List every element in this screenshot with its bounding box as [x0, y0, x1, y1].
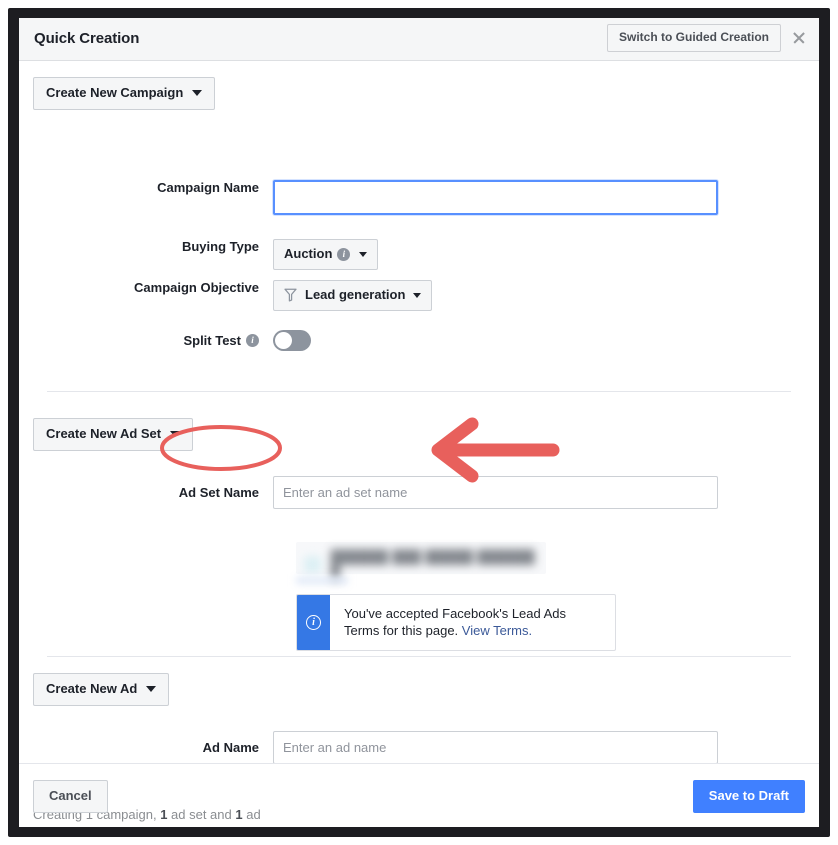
info-icon[interactable]: i: [337, 247, 351, 261]
save-to-draft-button[interactable]: Save to Draft: [692, 780, 805, 813]
campaign-objective-label: Campaign Objective: [28, 280, 273, 295]
header-actions: Switch to Guided Creation: [606, 24, 810, 52]
page-selector-blurred[interactable]: ██████ ███ █████ ██████ █: [296, 542, 546, 579]
section-divider: [47, 391, 791, 392]
campaign-name-input[interactable]: [273, 180, 718, 215]
ad-name-label: Ad Name: [28, 740, 273, 755]
split-test-toggle[interactable]: [273, 330, 311, 351]
page-selector-underline: [296, 577, 348, 584]
split-test-label-text: Split Test: [183, 333, 241, 348]
campaign-objective-label-text: Campaign Objective: [134, 280, 259, 295]
create-new-campaign-dropdown[interactable]: Create New Campaign: [33, 77, 216, 110]
campaign-name-label: Campaign Name: [28, 180, 273, 195]
chevron-down-icon: [192, 90, 203, 96]
campaign-objective-value: Lead generation: [305, 287, 406, 302]
terms-box: i You've accepted Facebook's Lead Ads Te…: [296, 594, 616, 651]
dialog-body: Create New Campaign Campaign Name Buying…: [19, 61, 819, 822]
chevron-down-icon: [413, 292, 422, 298]
quick-creation-dialog: Quick Creation Switch to Guided Creation…: [19, 18, 819, 827]
info-icon: i: [306, 615, 321, 630]
toggle-knob: [275, 332, 292, 349]
terms-text: You've accepted Facebook's Lead Ads Term…: [330, 595, 615, 650]
page-selector-content: ██████ ███ █████ ██████ █: [296, 542, 546, 579]
ad-name-row: Ad Name: [28, 731, 718, 764]
buying-type-label: Buying Type: [28, 239, 273, 254]
chevron-down-icon: [146, 686, 157, 692]
split-test-label: Split Test i: [28, 333, 273, 348]
adset-name-label-text: Ad Set Name: [178, 485, 259, 500]
dialog-footer: Cancel Save to Draft: [19, 763, 819, 827]
view-terms-link[interactable]: View Terms.: [462, 623, 532, 638]
campaign-name-label-text: Campaign Name: [157, 180, 259, 195]
adset-name-input[interactable]: [273, 476, 718, 509]
adset-name-row: Ad Set Name: [28, 476, 718, 509]
buying-type-dropdown[interactable]: Auction i: [273, 239, 379, 270]
info-icon-bar: i: [297, 595, 330, 650]
create-new-ad-label: Create New Ad: [46, 681, 138, 696]
dialog-header: Quick Creation Switch to Guided Creation: [19, 18, 819, 61]
screenshot-root: Quick Creation Switch to Guided Creation…: [0, 0, 838, 845]
ad-name-input[interactable]: [273, 731, 718, 764]
create-new-campaign-label: Create New Campaign: [46, 85, 184, 100]
buying-type-value: Auction: [284, 246, 333, 261]
funnel-icon: [284, 288, 297, 302]
info-icon[interactable]: i: [246, 334, 259, 347]
buying-type-label-text: Buying Type: [181, 239, 259, 254]
adset-name-label: Ad Set Name: [28, 485, 273, 500]
create-new-ad-set-label: Create New Ad Set: [46, 426, 162, 441]
split-test-row: Split Test i: [28, 330, 311, 351]
page-name-redacted: ██████ ███ █████ ██████ █: [330, 549, 536, 579]
switch-to-guided-creation-button[interactable]: Switch to Guided Creation: [606, 24, 781, 52]
terms-message: You've accepted Facebook's Lead Ads Term…: [344, 606, 567, 638]
create-new-ad-set-dropdown[interactable]: Create New Ad Set: [33, 418, 194, 451]
campaign-objective-dropdown[interactable]: Lead generation: [273, 280, 433, 311]
page-title: Quick Creation: [34, 30, 140, 47]
close-icon[interactable]: [791, 30, 807, 46]
campaign-name-row: Campaign Name: [28, 180, 718, 215]
section-divider: [47, 656, 791, 657]
page-avatar: [304, 555, 321, 573]
lead-ads-terms-notice: i You've accepted Facebook's Lead Ads Te…: [296, 594, 616, 651]
chevron-down-icon: [170, 431, 181, 437]
buying-type-row: Buying Type Auction i: [28, 239, 379, 270]
campaign-objective-row: Campaign Objective Lead generation: [28, 280, 433, 311]
cancel-button[interactable]: Cancel: [33, 780, 108, 813]
create-new-ad-dropdown[interactable]: Create New Ad: [33, 673, 170, 706]
chevron-down-icon: [359, 251, 368, 257]
ad-name-label-text: Ad Name: [202, 740, 259, 755]
